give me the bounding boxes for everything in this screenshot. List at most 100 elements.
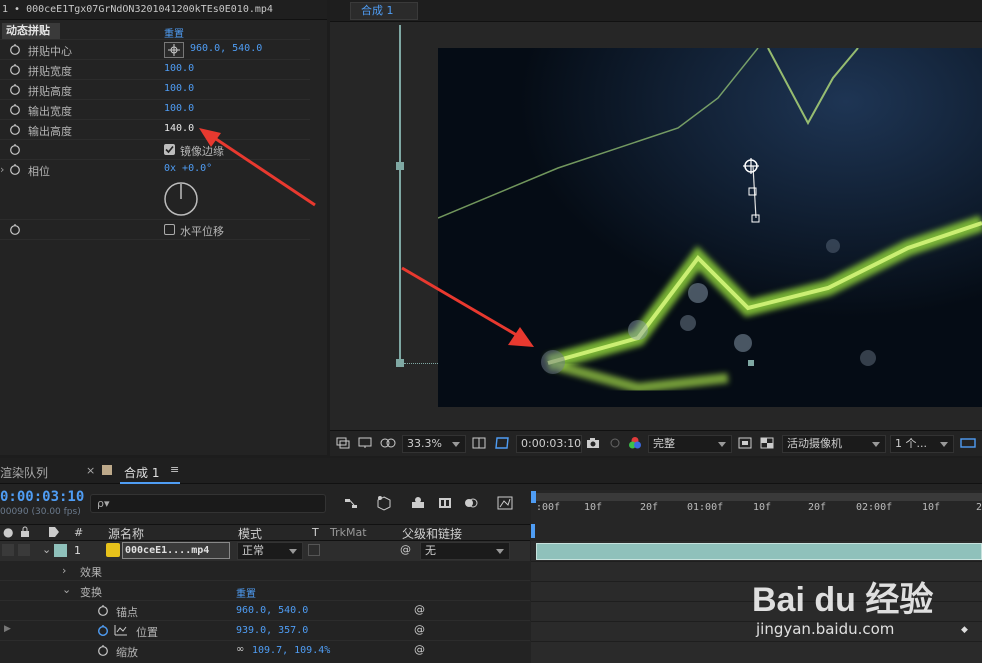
active-tab-indicator (120, 482, 180, 484)
camera-dropdown[interactable]: 活动摄像机 (782, 435, 886, 453)
prop-label: 拼贴宽度 (28, 65, 72, 78)
position-label: 位置 (136, 626, 158, 639)
transform-reset-link[interactable]: 重置 (236, 585, 256, 600)
blend-mode-dropdown[interactable]: 正常 (237, 542, 303, 560)
work-area-bar[interactable] (531, 493, 982, 501)
stopwatch-icon[interactable] (9, 123, 21, 138)
menu-icon[interactable]: ≡ (170, 463, 179, 476)
stopwatch-icon[interactable] (9, 83, 21, 98)
column-source-name[interactable]: 源名称 (108, 525, 144, 542)
parent-dropdown[interactable]: 无 (420, 542, 510, 560)
preserve-transparency-toggle[interactable] (308, 544, 320, 556)
column-parent[interactable]: 父级和链接 (402, 525, 462, 542)
effect-reset-link[interactable]: 重置 (164, 25, 184, 40)
effects-group-row[interactable]: › 效果 (0, 561, 530, 581)
monitor-icon[interactable] (358, 437, 372, 452)
layer-handle[interactable] (396, 162, 404, 170)
region-icon[interactable] (336, 437, 350, 452)
safe-area-icon[interactable] (494, 436, 510, 453)
timecode-display[interactable]: 0:00:03:10 (516, 435, 582, 453)
horizontal-shift-label: 水平位移 (180, 225, 224, 238)
stopwatch-active-icon[interactable] (97, 624, 109, 639)
show-snapshot-icon[interactable] (608, 437, 622, 452)
graph-icon[interactable] (114, 624, 128, 639)
transform-group-row[interactable]: ⌄ 变换 重置 (0, 581, 530, 601)
current-time-indicator[interactable] (531, 524, 535, 538)
horizontal-shift-checkbox[interactable] (164, 224, 175, 235)
transparency-grid-icon[interactable] (760, 437, 774, 452)
pickwhip-icon[interactable]: @ (414, 623, 425, 636)
column-num: # (74, 526, 84, 539)
prop-row-horizontal-shift: 水平位移 (0, 220, 310, 240)
time-ruler[interactable]: :00f 10f 20f 01:00f 10f 20f 02:00f 10f 2… (531, 490, 982, 540)
stopwatch-icon[interactable] (97, 604, 109, 619)
stopwatch-icon[interactable] (9, 143, 21, 158)
prop-value[interactable]: 960.0, 540.0 (190, 43, 262, 54)
crosshair-icon[interactable] (164, 42, 184, 58)
layer-name[interactable]: 000ceE1....mp4 (122, 542, 230, 559)
keyframe-nav-icon[interactable]: ▶ (4, 624, 11, 634)
layer-row-1[interactable]: ⌄ 1 000ceE1....mp4 正常 @ 无 (0, 541, 530, 561)
eye-icon[interactable]: ● (3, 525, 13, 539)
prop-value-editing[interactable]: 140.0 (164, 123, 194, 134)
mask-view-icon[interactable] (380, 437, 396, 452)
grid-icon[interactable] (472, 437, 486, 452)
current-time-display[interactable]: 0:00:03:10 (0, 489, 84, 505)
graph-editor-icon[interactable] (497, 495, 513, 514)
video-toggle[interactable] (2, 544, 14, 556)
shy-icon[interactable] (410, 496, 426, 513)
comp-flowchart-icon[interactable] (344, 497, 358, 514)
anchor-point-value[interactable]: 960.0, 540.0 (236, 605, 308, 616)
views-dropdown[interactable]: 1 个... (890, 435, 954, 453)
stopwatch-icon[interactable] (97, 644, 109, 659)
column-trkmat[interactable]: TrkMat (330, 526, 367, 539)
camera-snapshot-icon[interactable] (586, 437, 600, 452)
stopwatch-icon[interactable] (9, 63, 21, 78)
color-channels-icon[interactable] (628, 436, 642, 453)
resolution-dropdown[interactable]: 完整 (648, 435, 732, 453)
timeline-column-header: ● # 源名称 模式 T TrkMat 父级和链接 (0, 524, 530, 541)
pickwhip-icon[interactable]: @ (414, 603, 425, 616)
tab-render-queue[interactable]: 渲染队列 (0, 464, 48, 481)
layer-handle[interactable] (396, 359, 404, 367)
phase-dial[interactable] (163, 181, 199, 220)
layer-label-color[interactable] (54, 544, 67, 557)
tab-comp-1[interactable]: 合成 1 (124, 464, 159, 481)
effect-controls-title: 1 • 000ceE1Tgx07GrNdON3201041200kTEs0E01… (0, 0, 327, 20)
scale-value[interactable]: 109.7, 109.4% (252, 645, 330, 656)
roi-icon[interactable] (738, 437, 752, 452)
search-icon: ρ▾ (97, 497, 110, 510)
stopwatch-icon[interactable] (9, 223, 21, 238)
collapse-arrow-icon[interactable]: ⌄ (62, 583, 71, 596)
prop-value[interactable]: 100.0 (164, 63, 194, 74)
label-tag-icon[interactable] (48, 526, 60, 541)
effect-name[interactable]: 动态拼贴 (2, 23, 60, 39)
tab-comp-1[interactable]: 合成 1 (350, 2, 418, 20)
stopwatch-icon[interactable] (9, 163, 21, 178)
draft-3d-icon[interactable] (376, 495, 392, 514)
stopwatch-icon[interactable] (9, 103, 21, 118)
column-mode[interactable]: 模式 (238, 525, 262, 542)
stopwatch-icon[interactable] (9, 43, 21, 58)
layer-duration-bar[interactable] (536, 543, 982, 560)
close-icon[interactable]: × (86, 464, 95, 477)
collapse-arrow-icon[interactable]: ⌄ (42, 543, 51, 556)
position-value[interactable]: 939.0, 357.0 (236, 625, 308, 636)
zoom-dropdown[interactable]: 33.3% (402, 435, 466, 453)
constrain-proportions-icon[interactable]: ∞ (236, 644, 244, 655)
mirror-edges-checkbox[interactable] (164, 144, 175, 155)
effects-group-label: 效果 (80, 566, 102, 579)
lock-icon[interactable] (20, 526, 30, 541)
frame-blending-icon[interactable] (438, 496, 452, 513)
prop-value[interactable]: 100.0 (164, 103, 194, 114)
prop-value[interactable]: 100.0 (164, 83, 194, 94)
expand-arrow-icon[interactable]: › (0, 163, 4, 176)
pickwhip-icon[interactable]: @ (414, 643, 425, 656)
audio-toggle[interactable] (18, 544, 30, 556)
pickwhip-icon[interactable]: @ (400, 543, 411, 556)
layer-search-input[interactable]: ρ▾ (90, 494, 326, 513)
scale-row: 缩放 ∞ 109.7, 109.4% @ (0, 641, 530, 661)
expand-arrow-icon[interactable]: › (62, 564, 66, 577)
motion-blur-icon[interactable] (464, 496, 478, 513)
layout-icon[interactable] (960, 436, 976, 453)
